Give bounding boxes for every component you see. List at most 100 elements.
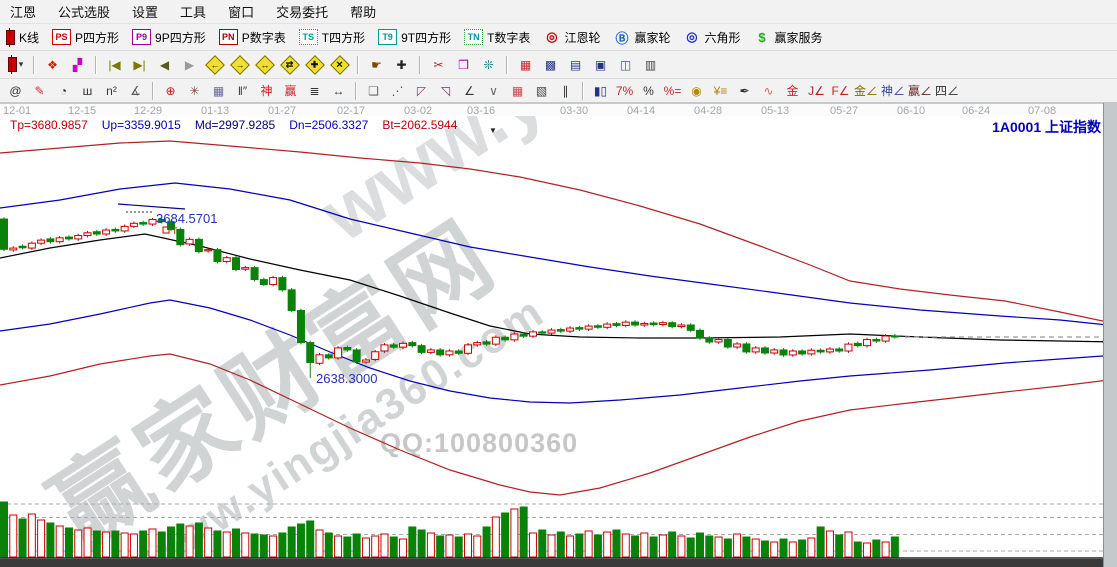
- condition-pick-icon[interactable]: ❖: [41, 55, 64, 74]
- shift-right-icon[interactable]: →: [228, 55, 251, 74]
- n2-grid-icon[interactable]: n²: [100, 81, 123, 100]
- percent-icon[interactable]: %: [637, 81, 660, 100]
- menu-item-4[interactable]: 工具: [180, 2, 206, 21]
- gann-circle-icon[interactable]: ⊕: [159, 81, 182, 100]
- menu-item-7[interactable]: 帮助: [350, 2, 376, 21]
- brush-icon[interactable]: ✎: [28, 81, 51, 100]
- gold-circle-icon[interactable]: ◉: [685, 81, 708, 100]
- kline-button[interactable]: K线: [6, 29, 39, 46]
- smart-analysis-icon[interactable]: ❊: [477, 55, 500, 74]
- shen-angle-icon[interactable]: 神∠: [880, 81, 906, 100]
- delete-line-icon[interactable]: ✂: [427, 55, 450, 74]
- next-icon[interactable]: ▶: [178, 55, 201, 74]
- marker-pen-icon[interactable]: ✒: [733, 81, 756, 100]
- p-number-table-button[interactable]: PNP数字表: [219, 29, 286, 46]
- expand-all-icon[interactable]: ✚: [303, 55, 326, 74]
- kline-style-dropdown[interactable]: ▾: [4, 55, 27, 74]
- parallel-lines-icon[interactable]: ∥: [554, 81, 577, 100]
- compress-all-icon[interactable]: ✕: [328, 55, 351, 74]
- print-icon[interactable]: ▥: [639, 55, 662, 74]
- gann-wheel-button[interactable]: ◎江恩轮: [543, 29, 600, 46]
- winner-wheel-button[interactable]: Ⓑ赢家轮: [613, 29, 670, 46]
- toolbar-label: 9T四方形: [401, 29, 451, 46]
- menu-item-3[interactable]: 设置: [132, 2, 158, 21]
- zoom-in-h-icon[interactable]: ⇄: [278, 55, 301, 74]
- ruler-123-icon[interactable]: ≣: [303, 81, 326, 100]
- ying-tool-icon[interactable]: 赢: [279, 81, 302, 100]
- 9p-square-button[interactable]: P99P四方形: [132, 29, 206, 46]
- data-export-icon: ◫: [620, 59, 631, 71]
- ying-angle-icon: 赢∠: [908, 85, 932, 97]
- calendar-icon[interactable]: ▦: [514, 55, 537, 74]
- gold-angle-icon[interactable]: 金∠: [853, 81, 879, 100]
- save-icon[interactable]: ▣: [589, 55, 612, 74]
- candlestick-chart[interactable]: T: [0, 116, 1117, 559]
- f-angle-icon[interactable]: F∠: [829, 81, 852, 100]
- wave-icon[interactable]: ∿: [757, 81, 780, 100]
- gold-lines-icon[interactable]: ¥≡: [709, 81, 732, 100]
- grid-arrow-icon[interactable]: ▧: [530, 81, 553, 100]
- angle-measure-icon[interactable]: ∡: [124, 81, 147, 100]
- drag-hand-icon[interactable]: ☛: [365, 55, 388, 74]
- shape-tool-icon[interactable]: ❒: [452, 55, 475, 74]
- price-marks-icon[interactable]: ‖″: [231, 81, 254, 100]
- toolbar-separator: [506, 56, 508, 74]
- parallel-lines-icon: ∥: [563, 85, 569, 97]
- gann-band-values: Tp=3680.9857Up=3359.9015Md=2997.9285Dn=2…: [10, 118, 471, 132]
- volume-profile-icon[interactable]: ▮▯: [589, 81, 612, 100]
- cycle-circle-icon[interactable]: ◔: [52, 81, 75, 100]
- 9t-square-icon: T9: [378, 29, 397, 45]
- shen-tool-icon[interactable]: 神: [255, 81, 278, 100]
- grid-red-icon[interactable]: ▦: [506, 81, 529, 100]
- chart-area[interactable]: 赢家财富网 www.yingjia360.com www.yingjia360.…: [0, 116, 1117, 559]
- comb-lines-icon[interactable]: ш: [76, 81, 99, 100]
- notepad-icon[interactable]: ▤: [564, 55, 587, 74]
- p-square-button[interactable]: PSP四方形: [52, 29, 119, 46]
- hexagon-button[interactable]: ◎六角形: [683, 29, 740, 46]
- bar-width-icon[interactable]: ↔: [327, 81, 350, 100]
- gann-star-icon[interactable]: ✳: [183, 81, 206, 100]
- 9t-square-button[interactable]: T99T四方形: [378, 29, 451, 46]
- gann-grid-icon[interactable]: ▦: [207, 81, 230, 100]
- v-shape-icon[interactable]: ∨: [482, 81, 505, 100]
- diamond-icon: →: [230, 55, 250, 75]
- fan-square-icon[interactable]: ◸: [410, 81, 433, 100]
- j-angle-icon: J∠: [808, 85, 825, 97]
- percent-retrace-icon[interactable]: 7%: [613, 81, 636, 100]
- menu-item-1[interactable]: 江恩: [10, 2, 36, 21]
- fan-square2-icon[interactable]: ◹: [434, 81, 457, 100]
- vertical-scrollbar[interactable]: [1103, 103, 1117, 567]
- p-number-table-icon: PN: [219, 29, 238, 45]
- 9p-square-icon: P9: [132, 29, 151, 45]
- nav-toolbar: ▾❖▞|◀▶|◀▶←→↔⇄✚✕☛✚✂❒❊▦▩▤▣◫▥: [0, 51, 1117, 79]
- indicator-panel-icon[interactable]: ▞: [66, 55, 89, 74]
- box-select-icon[interactable]: ❏: [362, 81, 385, 100]
- zoom-out-h-icon[interactable]: ↔: [253, 55, 276, 74]
- t-square-button[interactable]: TST四方形: [299, 29, 365, 46]
- percent-levels-icon[interactable]: %=: [661, 81, 684, 100]
- gann-fan-icon: ⋰: [392, 85, 404, 97]
- gold-circle-icon: ◉: [691, 85, 701, 97]
- gann-spiral-icon[interactable]: @: [4, 81, 27, 100]
- calculator-icon[interactable]: ▩: [539, 55, 562, 74]
- ying-angle-icon[interactable]: 赢∠: [907, 81, 933, 100]
- prev-icon[interactable]: ◀: [153, 55, 176, 74]
- gann-fan-icon[interactable]: ⋰: [386, 81, 409, 100]
- j-angle-icon[interactable]: J∠: [805, 81, 828, 100]
- shift-left-icon[interactable]: ←: [203, 55, 226, 74]
- t-number-table-button[interactable]: TNT数字表: [464, 29, 530, 46]
- crosshair-icon[interactable]: ✚: [390, 55, 413, 74]
- first-page-icon[interactable]: |◀: [103, 55, 126, 74]
- menu-item-6[interactable]: 交易委托: [276, 2, 328, 21]
- trend-angle-icon[interactable]: ∠: [458, 81, 481, 100]
- toolbar-label: P四方形: [75, 29, 119, 46]
- winner-service-button[interactable]: $赢家服务: [753, 29, 822, 46]
- toolbar-label: K线: [19, 29, 39, 46]
- data-export-icon[interactable]: ◫: [614, 55, 637, 74]
- gold-red-icon[interactable]: 金: [781, 81, 804, 100]
- toolbar-separator: [357, 56, 359, 74]
- last-page-icon[interactable]: ▶|: [128, 55, 151, 74]
- menu-item-5[interactable]: 窗口: [228, 2, 254, 21]
- menu-item-2[interactable]: 公式选股: [58, 2, 110, 21]
- si-angle-icon[interactable]: 四∠: [934, 81, 960, 100]
